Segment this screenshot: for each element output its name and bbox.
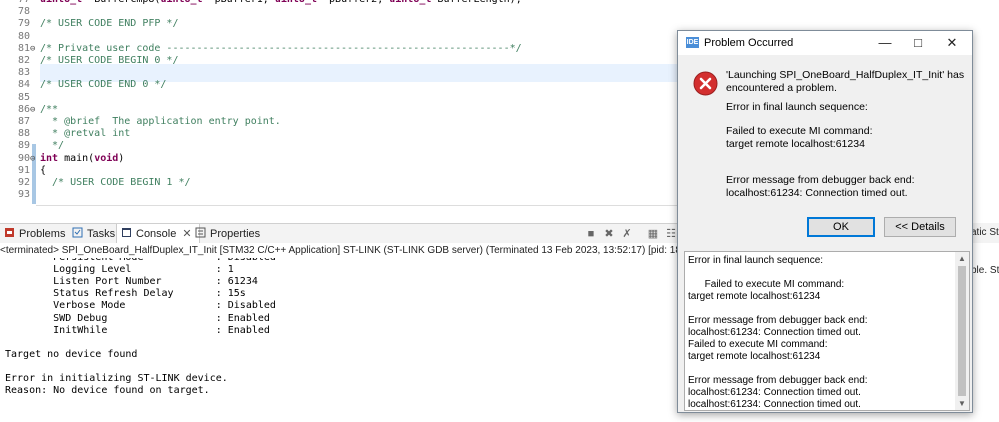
console-line: Verbose Mode : Disabled [5,300,276,312]
details-line: target remote localhost:61234 [688,351,821,362]
details-line: localhost:61234: Connection timed out. [688,399,861,410]
properties-icon [195,227,206,238]
console-line: Reason: No device found on target. [5,385,210,397]
editor-horizontal-scrollbar[interactable]: ‹ [36,205,696,206]
scroll-down-icon[interactable]: ▼ [958,399,966,408]
tab-problems[interactable]: Problems [4,224,65,244]
console-line: Error in initializing ST-LINK device. [5,373,228,384]
scroll-up-icon[interactable]: ▲ [958,254,966,263]
ide-app-icon: IDE [686,37,699,48]
debugger-line-1: Error message from debugger back end: [726,174,915,186]
copy-icon[interactable]: ▦ [647,228,659,240]
minimize-icon[interactable]: — [871,33,899,53]
console-line: Persistent Mode : Disabled [5,258,276,264]
error-heading: Error in final launch sequence: [726,101,868,113]
details-line: Failed to execute MI command: [688,279,845,290]
console-output[interactable]: Persistent Mode : Disabled Logging Level… [0,258,680,422]
details-line: Error message from debugger back end: [688,375,868,386]
problems-icon [5,228,14,237]
details-line: localhost:61234: Connection timed out. [688,387,861,398]
clear-console-icon[interactable]: ☷ [665,228,677,240]
line-number: 93 [17,189,30,201]
right-view-strip: atic Sta ble. Sta [971,223,999,422]
details-button[interactable]: << Details [884,217,956,237]
tab-static-stack[interactable]: atic Sta [971,223,999,243]
tab-console[interactable]: Console ✕ [116,224,200,244]
maximize-icon[interactable]: □ [904,33,932,53]
dialog-title: Problem Occurred [704,37,794,49]
failed-line-2: target remote localhost:61234 [726,138,865,150]
failed-line-1: Failed to execute MI command: [726,125,873,137]
ok-button[interactable]: OK [807,217,875,237]
right-overflow-text: ble. Sta [971,265,999,276]
terminate-icon[interactable]: ■ [585,228,597,240]
details-panel[interactable]: Error in final launch sequence: Failed t… [684,251,970,411]
scrollbar-thumb[interactable] [958,266,966,396]
console-icon [122,228,131,237]
debugger-line-2: localhost:61234: Connection timed out. [726,187,908,199]
message-line-2: encountered a problem. [726,82,837,94]
details-line: Error message from debugger back end: [688,315,868,326]
console-line: SWD Debug : Enabled [5,312,270,324]
dialog-titlebar[interactable]: IDE Problem Occurred — □ ✕ [678,31,972,55]
error-icon [693,71,718,96]
details-line: Error in final launch sequence: [688,255,824,266]
tab-properties[interactable]: Properties [195,224,260,244]
tab-tasks-label: Tasks [87,228,116,240]
tab-problems-label: Problems [19,228,66,240]
problem-dialog: IDE Problem Occurred — □ ✕ 'Launching SP… [677,30,973,413]
console-line: Listen Port Number : 61234 [5,276,258,288]
tasks-icon [72,227,83,238]
remove-all-icon[interactable]: ✗ [621,228,633,240]
console-line: InitWhile : Enabled [5,324,270,336]
tab-console-label: Console [136,228,177,240]
close-icon[interactable]: ✕ [182,228,191,240]
details-line: target remote localhost:61234 [688,291,821,302]
details-scrollbar[interactable]: ▲ ▼ [955,252,969,410]
console-line: Logging Level : 1 [5,264,234,276]
message-line-1: 'Launching SPI_OneBoard_HalfDuplex_IT_In… [726,69,965,81]
tab-tasks[interactable]: Tasks [72,224,115,244]
remove-launch-icon[interactable]: ✖ [603,228,615,240]
close-icon[interactable]: ✕ [938,33,966,53]
tab-properties-label: Properties [210,228,261,240]
console-line: Status Refresh Delay : 15s [5,288,246,300]
details-line: Failed to execute MI command: [688,339,828,350]
console-line: Target no device found [5,348,138,360]
details-line: localhost:61234: Connection timed out. [688,327,861,338]
